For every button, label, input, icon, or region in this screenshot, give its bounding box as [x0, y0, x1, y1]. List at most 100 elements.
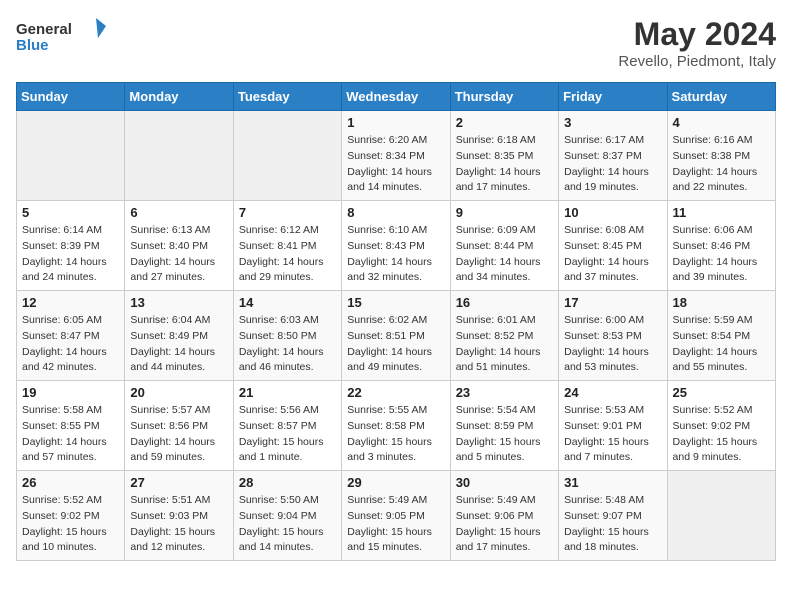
day-info: Sunrise: 5:55 AMSunset: 8:58 PMDaylight:… [347, 403, 444, 466]
day-info: Sunrise: 6:16 AMSunset: 8:38 PMDaylight:… [673, 133, 770, 196]
logo: General Blue [16, 16, 106, 56]
day-number: 23 [456, 385, 553, 400]
day-info: Sunrise: 5:59 AMSunset: 8:54 PMDaylight:… [673, 313, 770, 376]
day-number: 8 [347, 205, 444, 220]
day-info: Sunrise: 5:48 AMSunset: 9:07 PMDaylight:… [564, 493, 661, 556]
calendar-header: Sunday Monday Tuesday Wednesday Thursday… [17, 83, 776, 111]
day-info: Sunrise: 6:10 AMSunset: 8:43 PMDaylight:… [347, 223, 444, 286]
day-info: Sunrise: 6:00 AMSunset: 8:53 PMDaylight:… [564, 313, 661, 376]
day-number: 16 [456, 295, 553, 310]
day-number: 11 [673, 205, 770, 220]
calendar-day-cell: 8 Sunrise: 6:10 AMSunset: 8:43 PMDayligh… [342, 201, 450, 291]
calendar-day-cell: 2 Sunrise: 6:18 AMSunset: 8:35 PMDayligh… [450, 111, 558, 201]
calendar-day-cell [125, 111, 233, 201]
day-number: 29 [347, 475, 444, 490]
day-number: 3 [564, 115, 661, 130]
calendar-day-cell: 13 Sunrise: 6:04 AMSunset: 8:49 PMDaylig… [125, 291, 233, 381]
day-info: Sunrise: 6:18 AMSunset: 8:35 PMDaylight:… [456, 133, 553, 196]
calendar-subtitle: Revello, Piedmont, Italy [618, 53, 776, 70]
day-info: Sunrise: 5:49 AMSunset: 9:05 PMDaylight:… [347, 493, 444, 556]
calendar-day-cell: 12 Sunrise: 6:05 AMSunset: 8:47 PMDaylig… [17, 291, 125, 381]
day-info: Sunrise: 5:52 AMSunset: 9:02 PMDaylight:… [673, 403, 770, 466]
calendar-day-cell: 28 Sunrise: 5:50 AMSunset: 9:04 PMDaylig… [233, 471, 341, 561]
svg-text:Blue: Blue [16, 37, 49, 54]
day-number: 4 [673, 115, 770, 130]
day-info: Sunrise: 6:05 AMSunset: 8:47 PMDaylight:… [22, 313, 119, 376]
day-number: 28 [239, 475, 336, 490]
calendar-day-cell: 24 Sunrise: 5:53 AMSunset: 9:01 PMDaylig… [559, 381, 667, 471]
day-info: Sunrise: 5:49 AMSunset: 9:06 PMDaylight:… [456, 493, 553, 556]
calendar-day-cell: 27 Sunrise: 5:51 AMSunset: 9:03 PMDaylig… [125, 471, 233, 561]
calendar-day-cell: 3 Sunrise: 6:17 AMSunset: 8:37 PMDayligh… [559, 111, 667, 201]
calendar-title: May 2024 [618, 16, 776, 53]
calendar-day-cell: 25 Sunrise: 5:52 AMSunset: 9:02 PMDaylig… [667, 381, 775, 471]
day-number: 30 [456, 475, 553, 490]
day-number: 21 [239, 385, 336, 400]
day-info: Sunrise: 6:12 AMSunset: 8:41 PMDaylight:… [239, 223, 336, 286]
calendar-day-cell: 5 Sunrise: 6:14 AMSunset: 8:39 PMDayligh… [17, 201, 125, 291]
col-sunday: Sunday [17, 83, 125, 111]
day-number: 15 [347, 295, 444, 310]
day-info: Sunrise: 6:02 AMSunset: 8:51 PMDaylight:… [347, 313, 444, 376]
col-thursday: Thursday [450, 83, 558, 111]
calendar-day-cell: 9 Sunrise: 6:09 AMSunset: 8:44 PMDayligh… [450, 201, 558, 291]
svg-text:General: General [16, 21, 72, 38]
calendar-week-row: 19 Sunrise: 5:58 AMSunset: 8:55 PMDaylig… [17, 381, 776, 471]
day-info: Sunrise: 6:01 AMSunset: 8:52 PMDaylight:… [456, 313, 553, 376]
calendar-day-cell: 11 Sunrise: 6:06 AMSunset: 8:46 PMDaylig… [667, 201, 775, 291]
day-info: Sunrise: 6:08 AMSunset: 8:45 PMDaylight:… [564, 223, 661, 286]
calendar-day-cell: 15 Sunrise: 6:02 AMSunset: 8:51 PMDaylig… [342, 291, 450, 381]
day-number: 9 [456, 205, 553, 220]
day-number: 7 [239, 205, 336, 220]
day-info: Sunrise: 5:52 AMSunset: 9:02 PMDaylight:… [22, 493, 119, 556]
day-number: 1 [347, 115, 444, 130]
day-number: 26 [22, 475, 119, 490]
calendar-day-cell: 26 Sunrise: 5:52 AMSunset: 9:02 PMDaylig… [17, 471, 125, 561]
generalblue-logo-icon: General Blue [16, 16, 106, 56]
day-info: Sunrise: 6:20 AMSunset: 8:34 PMDaylight:… [347, 133, 444, 196]
calendar-table: Sunday Monday Tuesday Wednesday Thursday… [16, 82, 776, 561]
calendar-day-cell: 23 Sunrise: 5:54 AMSunset: 8:59 PMDaylig… [450, 381, 558, 471]
day-number: 19 [22, 385, 119, 400]
calendar-day-cell: 4 Sunrise: 6:16 AMSunset: 8:38 PMDayligh… [667, 111, 775, 201]
calendar-day-cell: 10 Sunrise: 6:08 AMSunset: 8:45 PMDaylig… [559, 201, 667, 291]
calendar-body: 1 Sunrise: 6:20 AMSunset: 8:34 PMDayligh… [17, 111, 776, 561]
day-number: 22 [347, 385, 444, 400]
day-info: Sunrise: 6:06 AMSunset: 8:46 PMDaylight:… [673, 223, 770, 286]
calendar-day-cell [17, 111, 125, 201]
day-number: 14 [239, 295, 336, 310]
col-wednesday: Wednesday [342, 83, 450, 111]
calendar-day-cell [233, 111, 341, 201]
calendar-day-cell: 16 Sunrise: 6:01 AMSunset: 8:52 PMDaylig… [450, 291, 558, 381]
col-saturday: Saturday [667, 83, 775, 111]
calendar-day-cell: 18 Sunrise: 5:59 AMSunset: 8:54 PMDaylig… [667, 291, 775, 381]
calendar-day-cell: 30 Sunrise: 5:49 AMSunset: 9:06 PMDaylig… [450, 471, 558, 561]
calendar-week-row: 12 Sunrise: 6:05 AMSunset: 8:47 PMDaylig… [17, 291, 776, 381]
calendar-day-cell: 17 Sunrise: 6:00 AMSunset: 8:53 PMDaylig… [559, 291, 667, 381]
day-info: Sunrise: 6:09 AMSunset: 8:44 PMDaylight:… [456, 223, 553, 286]
day-number: 25 [673, 385, 770, 400]
calendar-day-cell: 31 Sunrise: 5:48 AMSunset: 9:07 PMDaylig… [559, 471, 667, 561]
day-info: Sunrise: 6:04 AMSunset: 8:49 PMDaylight:… [130, 313, 227, 376]
day-number: 6 [130, 205, 227, 220]
calendar-day-cell [667, 471, 775, 561]
calendar-week-row: 26 Sunrise: 5:52 AMSunset: 9:02 PMDaylig… [17, 471, 776, 561]
page-header: General Blue May 2024 Revello, Piedmont,… [16, 16, 776, 70]
day-info: Sunrise: 5:56 AMSunset: 8:57 PMDaylight:… [239, 403, 336, 466]
day-number: 5 [22, 205, 119, 220]
day-number: 18 [673, 295, 770, 310]
day-number: 31 [564, 475, 661, 490]
calendar-day-cell: 19 Sunrise: 5:58 AMSunset: 8:55 PMDaylig… [17, 381, 125, 471]
col-friday: Friday [559, 83, 667, 111]
calendar-title-block: May 2024 Revello, Piedmont, Italy [618, 16, 776, 70]
calendar-week-row: 5 Sunrise: 6:14 AMSunset: 8:39 PMDayligh… [17, 201, 776, 291]
calendar-week-row: 1 Sunrise: 6:20 AMSunset: 8:34 PMDayligh… [17, 111, 776, 201]
day-info: Sunrise: 5:53 AMSunset: 9:01 PMDaylight:… [564, 403, 661, 466]
day-info: Sunrise: 5:58 AMSunset: 8:55 PMDaylight:… [22, 403, 119, 466]
day-number: 27 [130, 475, 227, 490]
day-number: 10 [564, 205, 661, 220]
day-number: 20 [130, 385, 227, 400]
day-number: 24 [564, 385, 661, 400]
day-info: Sunrise: 6:03 AMSunset: 8:50 PMDaylight:… [239, 313, 336, 376]
calendar-day-cell: 7 Sunrise: 6:12 AMSunset: 8:41 PMDayligh… [233, 201, 341, 291]
